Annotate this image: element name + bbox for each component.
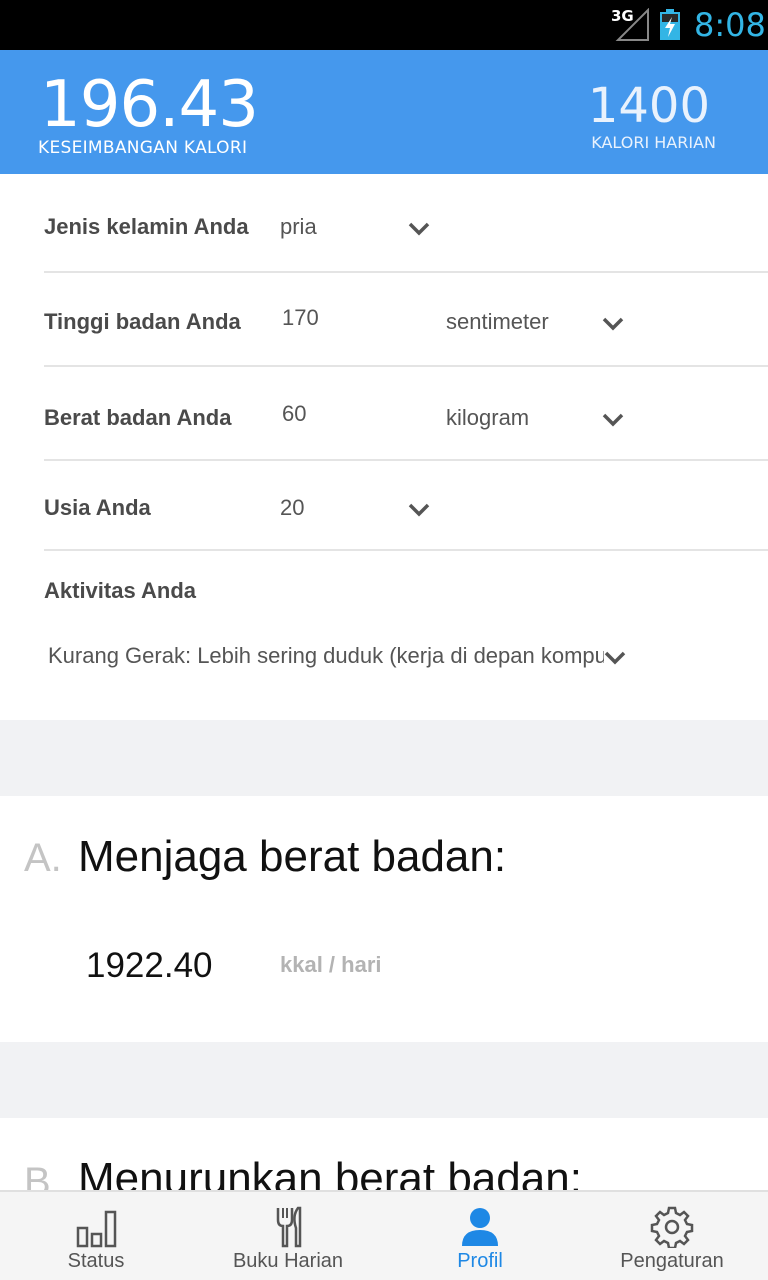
age-label: Usia Anda bbox=[44, 495, 151, 520]
activity-label: Aktivitas Anda bbox=[44, 578, 197, 603]
calorie-header: 196.43 KESEIMBANGAN KALORI 1400 KALORI H… bbox=[0, 50, 768, 174]
activity-value: Kurang Gerak: Lebih sering duduk (kerja … bbox=[48, 643, 604, 668]
person-icon bbox=[462, 1208, 498, 1246]
height-unit-dropdown[interactable]: sentimeter bbox=[436, 299, 636, 343]
age-dropdown[interactable]: 20 bbox=[270, 485, 440, 529]
activity-dropdown[interactable]: Kurang Gerak: Lebih sering duduk (kerja … bbox=[40, 632, 640, 680]
gender-label: Jenis kelamin Anda bbox=[44, 214, 249, 239]
gender-row: Jenis kelamin Anda pria bbox=[44, 174, 768, 273]
nav-label: Profil bbox=[457, 1250, 503, 1272]
nav-tab-diary[interactable]: Buku Harian bbox=[192, 1192, 384, 1280]
status-bar: 3G 8:08 bbox=[0, 0, 768, 50]
calorie-balance-label: KESEIMBANGAN KALORI bbox=[38, 138, 248, 158]
calorie-balance-value: 196.43 bbox=[40, 68, 259, 142]
bottom-navigation: Status Buku Harian Profil Pengaturan bbox=[0, 1190, 768, 1280]
card-title: Menjaga berat badan: bbox=[78, 832, 507, 881]
maintain-calorie-value: 1922.40 bbox=[86, 946, 213, 985]
weight-input[interactable]: 60 bbox=[282, 401, 306, 427]
calorie-unit: kkal / hari bbox=[280, 952, 382, 977]
height-input[interactable]: 170 bbox=[282, 305, 319, 331]
lose-weight-card: B. Menurunkan berat badan: bbox=[0, 1118, 768, 1190]
nav-tab-settings[interactable]: Pengaturan bbox=[576, 1192, 768, 1280]
daily-calorie-label: KALORI HARIAN bbox=[591, 133, 716, 152]
bar-chart-icon bbox=[76, 1210, 117, 1248]
height-unit-value: sentimeter bbox=[446, 309, 549, 334]
height-row: Tinggi badan Anda 170 sentimeter bbox=[44, 273, 768, 367]
chevron-down-icon bbox=[602, 413, 624, 427]
fork-knife-icon bbox=[276, 1206, 302, 1248]
profile-form: Jenis kelamin Anda pria Tinggi badan And… bbox=[0, 174, 768, 720]
weight-unit-value: kilogram bbox=[446, 405, 530, 430]
chevron-down-icon bbox=[602, 317, 624, 331]
nav-label: Pengaturan bbox=[620, 1250, 724, 1272]
chevron-down-icon bbox=[408, 503, 430, 517]
nav-label: Buku Harian bbox=[232, 1250, 344, 1272]
weight-row: Berat badan Anda 60 kilogram bbox=[44, 367, 768, 461]
age-row: Usia Anda 20 bbox=[44, 461, 768, 551]
gear-icon bbox=[650, 1206, 694, 1248]
gender-dropdown[interactable]: pria bbox=[270, 204, 440, 248]
weight-label: Berat badan Anda bbox=[44, 405, 232, 430]
nav-tab-status[interactable]: Status bbox=[0, 1192, 192, 1280]
network-type: 3G bbox=[611, 7, 634, 25]
card-letter: A. bbox=[24, 836, 62, 880]
chevron-down-icon bbox=[408, 222, 430, 236]
card-letter: B. bbox=[24, 1160, 62, 1190]
clock: 8:08 bbox=[694, 6, 766, 44]
nav-label: Status bbox=[67, 1250, 125, 1272]
battery-charging-icon bbox=[660, 9, 680, 40]
maintain-weight-card: A. Menjaga berat badan: 1922.40 kkal / h… bbox=[0, 796, 768, 1042]
gender-value: pria bbox=[280, 214, 317, 239]
height-label: Tinggi badan Anda bbox=[44, 309, 241, 334]
nav-tab-profile[interactable]: Profil bbox=[384, 1192, 576, 1280]
daily-calorie-value: 1400 bbox=[587, 78, 710, 134]
age-value: 20 bbox=[280, 495, 305, 520]
chevron-down-icon bbox=[604, 651, 626, 665]
weight-unit-dropdown[interactable]: kilogram bbox=[436, 395, 636, 439]
card-title: Menurunkan berat badan: bbox=[78, 1154, 582, 1190]
